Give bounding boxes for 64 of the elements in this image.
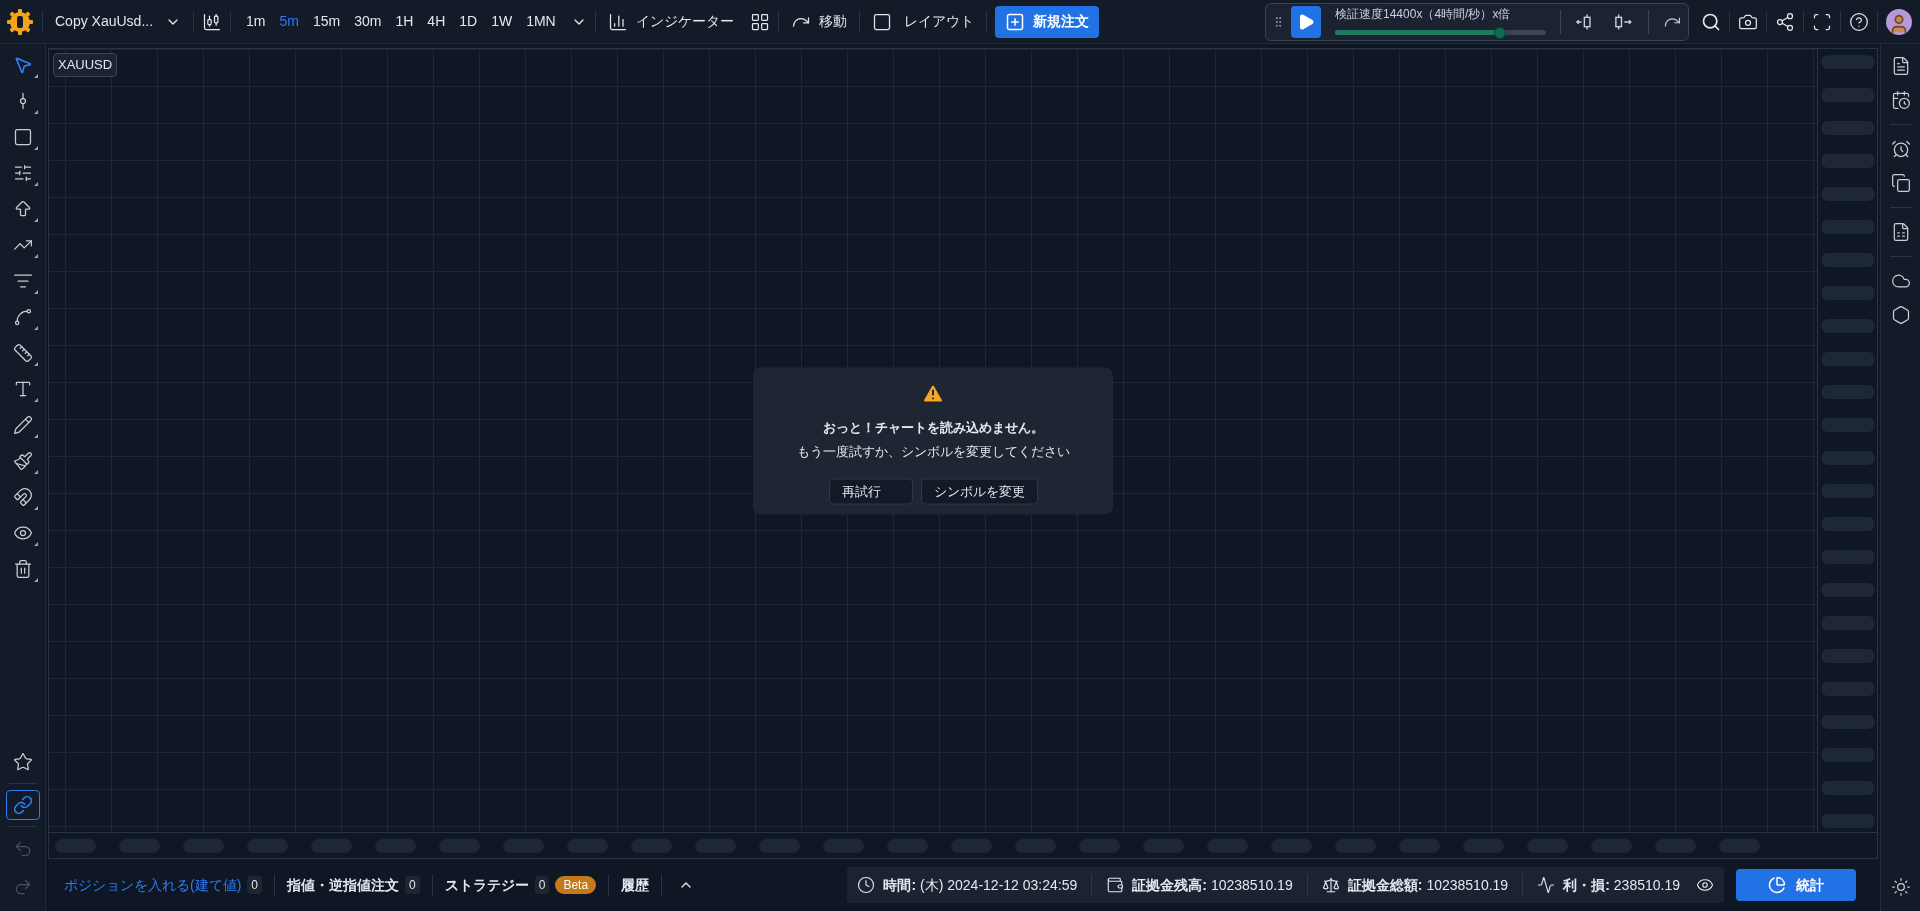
copy-icon[interactable] [1890,173,1911,193]
symbol-label: XAUUSD [53,53,118,77]
symbol-dropdown[interactable]: Copy XauUsd... [51,11,186,32]
square-plus-icon [1004,11,1025,32]
timeframe-tab[interactable]: 1D [452,7,485,36]
status-label: 証拠金残高: [1132,875,1207,895]
status-label: 利・損: [1563,875,1610,895]
calendar-icon[interactable] [1890,90,1911,110]
status-label: 時間: [883,875,917,895]
avatar[interactable] [1886,8,1912,35]
status-value: 10238510.19 [1210,875,1293,895]
dialog-button[interactable]: 再試行 [828,478,913,505]
grid-icon[interactable] [749,11,770,32]
alarm-clock-icon[interactable] [1890,139,1911,159]
error-message: もう一度試すか、シンボルを変更してください [796,442,1070,461]
share-icon[interactable] [1775,11,1795,32]
bottom-tab[interactable]: ストラテジー 0 Beta [444,874,597,896]
move-button[interactable]: 移動 [786,11,851,32]
timeframe-tab[interactable]: 1MN [519,7,563,36]
star-icon [12,752,33,772]
error-title: おっと！チャートを読み込めません。 [822,418,1044,437]
pulse-icon [1537,876,1556,894]
fullscreen-icon[interactable] [1812,11,1832,32]
status-label: 証拠金総額: [1347,875,1423,895]
stats-button[interactable]: 統計 [1736,869,1856,901]
candlestick-icon[interactable] [202,11,223,32]
scale-icon [1321,876,1340,894]
replay-speed-label: 検証速度14400x（4時間/秒）x倍 [1335,5,1512,23]
timeframe-tab[interactable]: 5m [272,7,306,36]
dialog-button[interactable]: シンボルを変更 [920,478,1038,505]
help-icon[interactable] [1849,11,1869,32]
beta-badge: Beta [555,876,597,894]
speed-slider[interactable] [1335,26,1547,39]
layout-button[interactable]: レイアウト [867,11,978,32]
logo-icon [6,7,34,36]
pie-chart-icon [1768,876,1786,894]
timeframe-tab[interactable]: 15m [305,7,348,36]
timeframe-tab[interactable]: 1H [388,7,421,36]
square-icon [871,11,892,32]
link-icon [12,795,33,815]
hexagon-icon[interactable] [1890,305,1911,325]
status-value: (木) 2024-12-12 03:24:59 [920,875,1078,895]
eye-icon[interactable] [1696,876,1714,894]
timeframe-tab[interactable]: 1m [239,7,273,36]
indicators-button[interactable]: インジケーター [603,11,738,32]
play-button[interactable] [1291,5,1321,38]
count-badge: 0 [405,876,420,894]
timeframe-tab[interactable]: 30m [347,7,389,36]
count-badge: 0 [247,876,262,894]
play-icon [1297,12,1316,31]
count-badge: 0 [534,876,550,894]
wallet-icon [1106,876,1125,894]
status-value: 238510.19 [1613,875,1680,895]
theme-icon[interactable] [1890,877,1911,897]
bottom-tab[interactable]: 履歴 [621,874,650,896]
bottom-tab[interactable]: 指値・逆指値注文 0 [287,874,420,896]
timeframe-tab[interactable]: 1W [484,7,520,36]
status-value: 10238510.19 [1426,875,1509,895]
bottom-tab[interactable]: ポジションを入れる(建て値) 0 [64,874,262,896]
new-order-button[interactable]: 新規注文 [994,5,1099,38]
clock-icon [857,876,876,894]
timeframe-tab[interactable]: 4H [420,7,453,36]
bar-chart-icon [607,11,628,32]
search-icon[interactable] [1701,11,1721,32]
